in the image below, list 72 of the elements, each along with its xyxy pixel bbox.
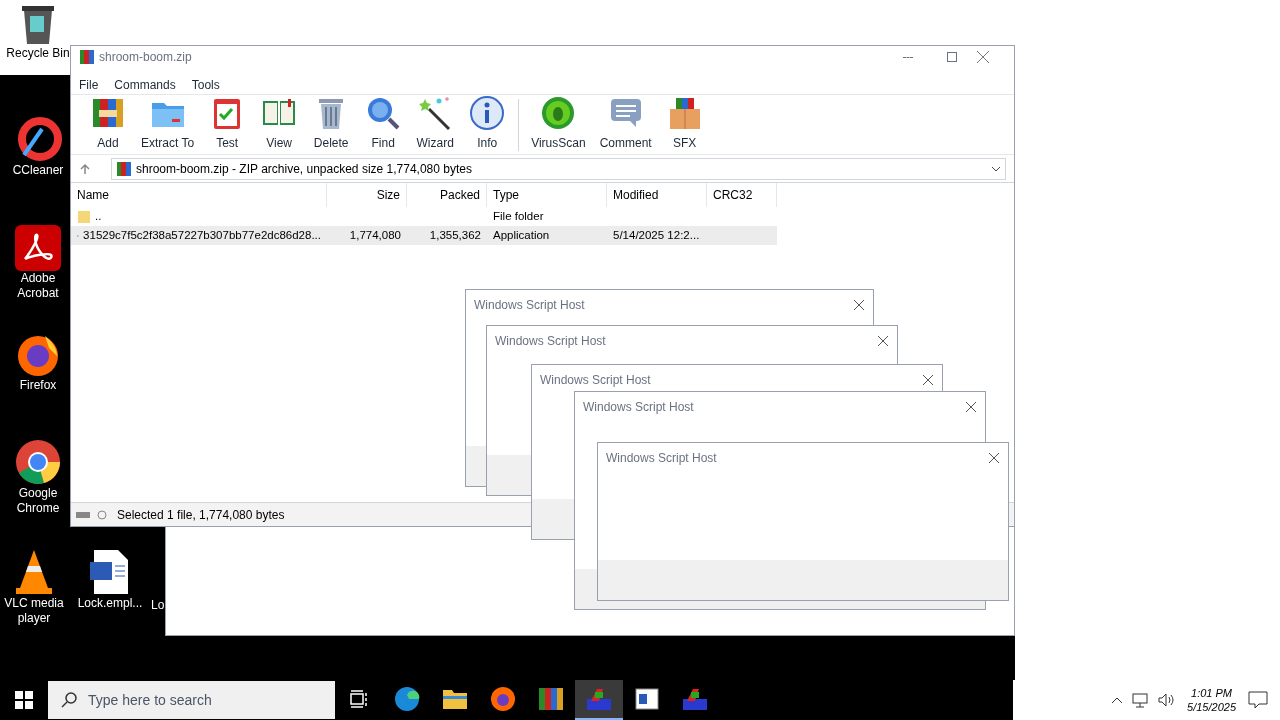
window-title: shroom-boom.zip <box>99 49 192 66</box>
folder-icon <box>77 209 91 224</box>
table-cell-text: Application <box>493 227 550 243</box>
close-icon[interactable] <box>976 50 990 64</box>
script-host-icon <box>586 687 612 711</box>
dropdown-caret-icon <box>991 165 1001 172</box>
menu-item[interactable]: Commands <box>114 76 176 94</box>
script-host-icon <box>682 687 708 711</box>
chrome-icon <box>14 438 62 486</box>
desktop-icon-label[interactable]: Google Chrome <box>6 486 70 516</box>
drive-icon <box>75 509 109 520</box>
info-icon <box>469 95 506 131</box>
toolbar-button[interactable]: Wizard <box>410 95 461 154</box>
desktop-icon-label[interactable]: Lock.empl... <box>77 596 143 611</box>
close-icon[interactable] <box>853 299 865 311</box>
menu-item[interactable]: Tools <box>191 76 220 94</box>
search-field[interactable]: Type here to search <box>48 681 335 719</box>
toolbar-button[interactable]: SFX <box>659 95 710 154</box>
speaker-icon[interactable] <box>1157 692 1176 708</box>
fox-globe-icon <box>490 686 516 712</box>
close-icon[interactable] <box>877 335 889 347</box>
toolbar-button[interactable]: Info <box>462 95 513 154</box>
chevron-up-icon[interactable] <box>1111 696 1124 704</box>
word-document-icon <box>90 548 130 596</box>
menu-item[interactable]: File <box>79 76 99 94</box>
magnifier-icon <box>365 95 402 131</box>
toolbar-button[interactable]: Extract To <box>135 95 201 154</box>
desktop-icon-label[interactable]: Firefox <box>19 378 57 393</box>
desktop-icon-label[interactable]: Adobe Acrobat <box>6 271 70 301</box>
edge-icon <box>394 686 420 712</box>
table-cell-text: 1,774,080 <box>349 227 401 243</box>
window-icon <box>635 688 659 710</box>
table-cell-text: File folder <box>493 208 544 224</box>
toolbar-button[interactable]: Add <box>83 95 133 154</box>
archive-books-icon <box>79 49 95 65</box>
pdf-icon <box>15 225 61 271</box>
table-cell-text: 1,355,362 <box>429 227 481 243</box>
folder-icon <box>442 688 468 710</box>
toolbar-button[interactable]: View <box>254 95 305 154</box>
dialog-title: Windows Script Host <box>540 372 651 389</box>
toolbar-button[interactable]: Comment <box>593 95 658 154</box>
network-icon[interactable] <box>1131 692 1150 708</box>
desktop-icon-label[interactable]: VLC media player <box>2 596 66 626</box>
address-field[interactable]: shroom-boom.zip - ZIP archive, unpacked size 1,774,080 bytes <box>111 157 1006 180</box>
dialog-title: Windows Script Host <box>474 297 585 314</box>
close-icon[interactable] <box>988 452 1000 464</box>
clock-time[interactable]: 1:01 PM <box>1191 686 1232 700</box>
toolbar-button[interactable]: Test <box>202 95 253 154</box>
search-icon <box>61 692 77 708</box>
close-icon[interactable] <box>965 401 977 413</box>
archive-books-icon <box>116 160 132 177</box>
notification-icon[interactable] <box>1248 691 1268 709</box>
close-icon[interactable] <box>922 374 934 386</box>
status-text: Selected 1 file, 1,774,080 bytes <box>117 506 285 524</box>
clock-date[interactable]: 5/15/2025 <box>1187 700 1236 714</box>
file-row[interactable]: 31529c7f5c2f38a57227b307bb77e2dc86d28... 1,774,080 1,355,362 Application 5/14/2025 12:2... <box>71 226 777 245</box>
toolbar-button[interactable]: Find <box>358 95 409 154</box>
table-cell-text: 31529c7f5c2f38a57227b307bb77e2dc86d28... <box>83 227 321 243</box>
table-cell-text: .. <box>95 208 102 224</box>
toolbar-button[interactable]: Delete <box>306 95 357 154</box>
archive-books-icon <box>538 686 564 712</box>
toolbar-button[interactable]: VirusScan <box>525 95 592 154</box>
task-view-icon <box>349 689 369 709</box>
dialog-title: Windows Script Host <box>583 399 694 416</box>
desktop-icon-label[interactable]: Lo <box>151 598 165 613</box>
desktop-icon-label[interactable]: CCleaner <box>12 163 64 178</box>
windows-logo-icon[interactable] <box>15 691 33 709</box>
desktop-icon-label[interactable]: Recycle Bin <box>6 46 70 61</box>
dialog-title: Windows Script Host <box>606 450 717 467</box>
table-cell-text: 5/14/2025 12:2... <box>613 227 700 243</box>
dialog-title: Windows Script Host <box>495 333 606 350</box>
up-arrow-icon[interactable] <box>79 162 91 175</box>
